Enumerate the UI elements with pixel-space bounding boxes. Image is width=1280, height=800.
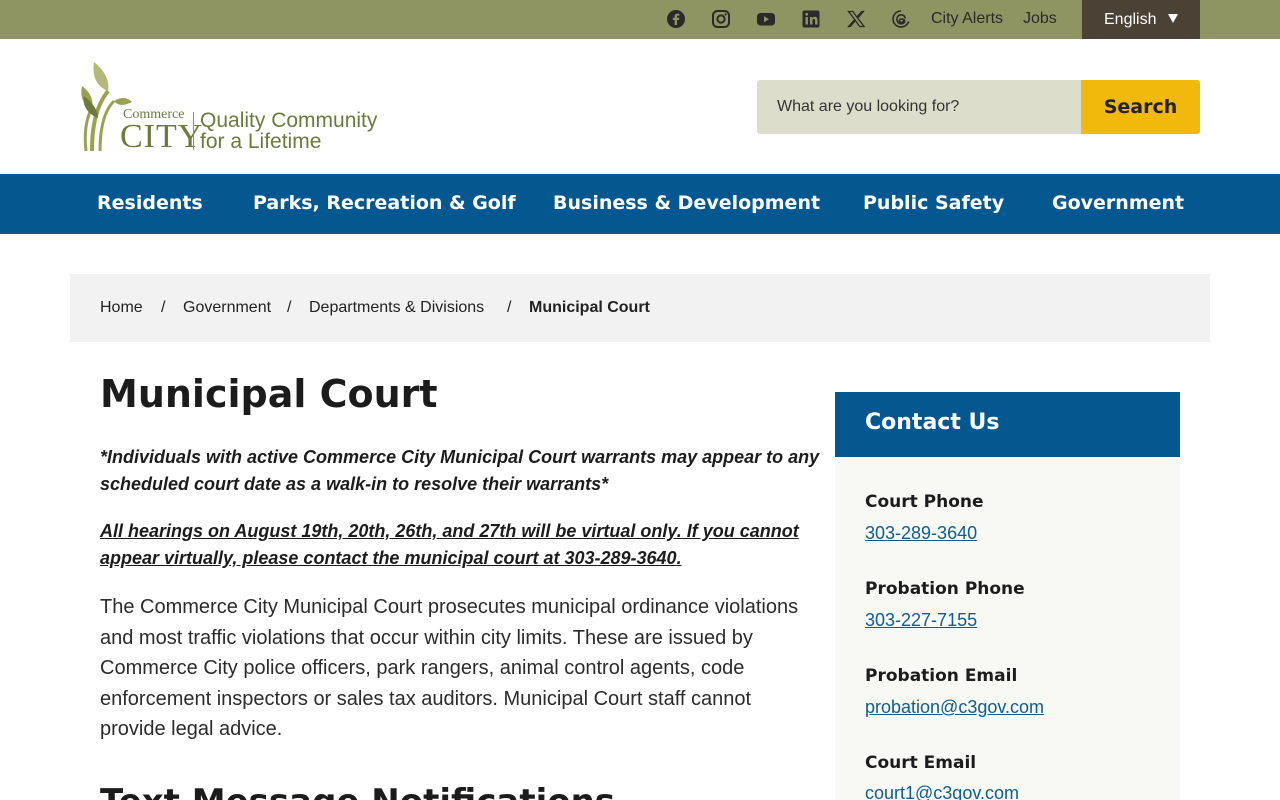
chevron-down-icon [1168,14,1178,23]
linkedin-icon[interactable] [801,9,821,29]
nav-item-parks-recreation-golf[interactable]: Parks, Recreation & Golf [253,192,516,214]
breadcrumb: Home / Government / Departments & Divisi… [70,274,1210,342]
youtube-icon[interactable] [756,9,776,29]
utility-bar: City Alerts Jobs English [0,0,1280,39]
language-label: English [1104,10,1157,28]
court-phone-link[interactable]: 303-289-3640 [865,523,977,544]
section-heading: Text Message Notifications [100,782,615,800]
logo-name-bottom: CITY [120,118,204,155]
court-email-link[interactable]: court1@c3gov.com [865,783,1019,800]
search-button[interactable]: Search [1081,80,1200,134]
breadcrumb-separator: / [287,299,292,316]
logo-divider [193,112,194,150]
x-icon[interactable] [846,9,866,29]
virtual-hearings-notice: All hearings on August 19th, 20th, 26th,… [100,521,799,568]
probation-email-link[interactable]: probation@c3gov.com [865,697,1044,718]
nav-item-business-development[interactable]: Business & Development [553,192,820,214]
probation-phone-link[interactable]: 303-227-7155 [865,610,977,631]
contact-title: Contact Us [865,410,1000,435]
page-title: Municipal Court [100,372,438,416]
breadcrumb-home[interactable]: Home [100,299,143,317]
language-selector[interactable]: English [1082,0,1200,39]
nav-item-residents[interactable]: Residents [97,192,203,214]
contact-label-probation-email: Probation Email [865,666,1018,686]
contact-label-court-email: Court Email [865,753,977,773]
breadcrumb-separator: / [161,299,166,316]
warrants-notice: *Individuals with active Commerce City M… [100,447,820,494]
instagram-icon[interactable] [711,9,731,29]
contact-label-probation-phone: Probation Phone [865,579,1025,599]
court-description: The Commerce City Municipal Court prosec… [100,596,799,740]
facebook-icon[interactable] [666,9,686,29]
contact-label-court-phone: Court Phone [865,492,984,512]
logo-tagline-line2: for a Lifetime [200,130,322,153]
breadcrumb-government[interactable]: Government [183,299,271,317]
breadcrumb-departments-divisions[interactable]: Departments & Divisions [309,299,484,317]
nav-item-government[interactable]: Government [1052,192,1184,214]
breadcrumb-separator: / [507,299,512,316]
search-input[interactable] [757,80,1083,134]
main-nav: Residents Parks, Recreation & Golf Busin… [0,174,1280,234]
city-alerts-link[interactable]: City Alerts [931,10,1003,28]
jobs-link[interactable]: Jobs [1023,10,1057,28]
nav-item-public-safety[interactable]: Public Safety [863,192,1004,214]
breadcrumb-current: Municipal Court [529,299,650,316]
contact-header: Contact Us [835,392,1180,457]
threads-icon[interactable] [891,9,911,29]
